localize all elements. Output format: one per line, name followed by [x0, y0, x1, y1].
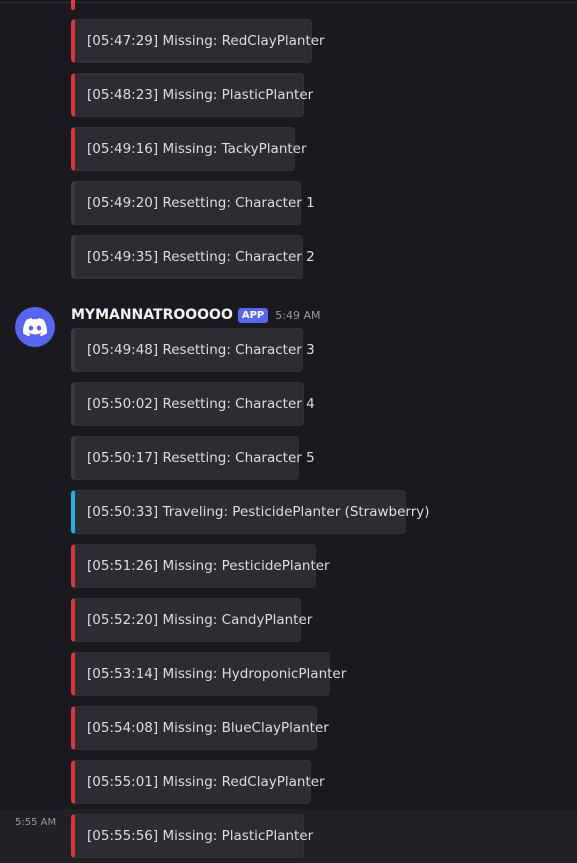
embed-text: [05:52:20] Missing: CandyPlanter [87, 612, 313, 628]
embed-text: [05:49:16] Missing: TackyPlanter [87, 141, 307, 157]
embed-text: [05:55:01] Missing: RedClayPlanter [87, 774, 325, 790]
log-embed: [05:48:23] Missing: PlasticPlanter [71, 73, 313, 117]
log-embed: [05:51:26] Missing: PesticidePlanter [71, 544, 330, 588]
log-embed: [05:55:01] Missing: RedClayPlanter [71, 760, 325, 804]
bot-avatar[interactable] [15, 307, 55, 347]
log-embed: [05:49:48] Resetting: Character 3 [71, 328, 315, 372]
log-embed: [05:49:20] Resetting: Character 1 [71, 181, 315, 225]
embed-text: [05:48:23] Missing: PlasticPlanter [87, 87, 314, 103]
log-embed: [05:52:20] Missing: CandyPlanter [71, 598, 312, 642]
log-embed: [05:49:35] Resetting: Character 2 [71, 235, 315, 279]
embed-text: [05:51:26] Missing: PesticidePlanter [87, 558, 330, 574]
message-divider [0, 2, 577, 3]
embed-text: [05:55:56] Missing: PlasticPlanter [87, 828, 314, 844]
embed-text: [05:54:08] Missing: BlueClayPlanter [87, 720, 329, 736]
log-embed: [05:50:02] Resetting: Character 4 [71, 382, 315, 426]
embed-text: [05:49:48] Resetting: Character 3 [87, 342, 315, 358]
embed-text: [05:47:29] Missing: RedClayPlanter [87, 33, 325, 49]
log-embed: [05:50:33] Traveling: PesticidePlanter (… [71, 490, 430, 534]
previous-embed-edge [71, 0, 75, 10]
discord-logo-icon [23, 318, 47, 336]
embed-text: [05:49:35] Resetting: Character 2 [87, 249, 315, 265]
embed-text: [05:50:17] Resetting: Character 5 [87, 450, 315, 466]
embed-text: [05:49:20] Resetting: Character 1 [87, 195, 315, 211]
log-embed: [05:47:29] Missing: RedClayPlanter [71, 19, 325, 63]
log-embed: [05:49:16] Missing: TackyPlanter [71, 127, 307, 171]
app-badge: APP [237, 307, 269, 323]
log-embed: [05:55:56] Missing: PlasticPlanter [71, 814, 313, 858]
embed-text: [05:50:33] Traveling: PesticidePlanter (… [87, 504, 430, 520]
hover-timestamp: 5:55 AM [15, 817, 57, 828]
log-embed: [05:50:17] Resetting: Character 5 [71, 436, 315, 480]
log-embed: [05:53:14] Missing: HydroponicPlanter [71, 652, 346, 696]
log-embed: [05:54:08] Missing: BlueClayPlanter [71, 706, 329, 750]
message-header: MYMANNATROOOOO APP 5:49 AM [71, 305, 320, 325]
embed-text: [05:53:14] Missing: HydroponicPlanter [87, 666, 347, 682]
embed-text: [05:50:02] Resetting: Character 4 [87, 396, 315, 412]
message-timestamp[interactable]: 5:49 AM [275, 309, 320, 322]
username[interactable]: MYMANNATROOOOO [71, 307, 233, 323]
